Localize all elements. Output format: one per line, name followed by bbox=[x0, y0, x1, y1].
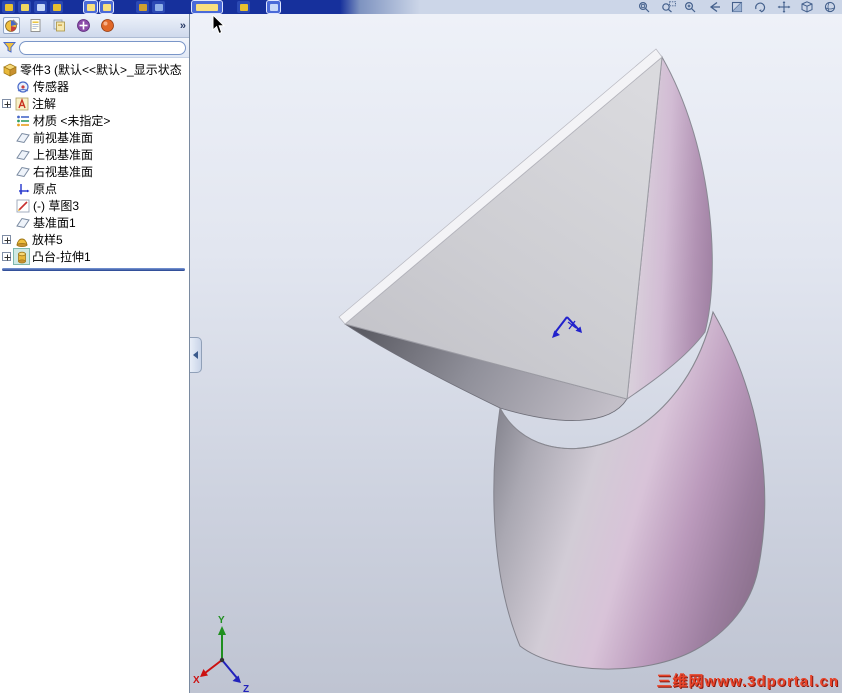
graphics-viewport[interactable]: Y X Z 三维网www.3dportal.cn bbox=[190, 14, 842, 693]
material-icon bbox=[15, 113, 30, 128]
triad-y-label: Y bbox=[218, 615, 225, 626]
triad-z-label: Z bbox=[243, 684, 249, 693]
expand-plus-icon[interactable] bbox=[2, 252, 11, 261]
tree-item-label: 前视基准面 bbox=[33, 131, 94, 145]
plane-icon bbox=[15, 215, 30, 230]
toolbar-icon[interactable] bbox=[2, 1, 15, 13]
tree-item-label: 材质 <未指定> bbox=[33, 114, 111, 128]
solidworks-window: » 零件3 (默认<<默认>_显示状态 传感器 注解 材质 <未指定> 前视基准… bbox=[0, 0, 842, 693]
tree-item-label: 注解 bbox=[32, 97, 57, 111]
mouse-cursor bbox=[212, 15, 226, 35]
toolbar-icon[interactable] bbox=[34, 1, 47, 13]
tree-item-plane1[interactable]: 基准面1 bbox=[0, 214, 189, 231]
toolbar-icon[interactable] bbox=[136, 1, 149, 13]
model-canvas[interactable]: Y X Z bbox=[190, 14, 842, 693]
tree-item-material[interactable]: 材质 <未指定> bbox=[0, 112, 189, 129]
watermark-text: 三维网www.3dportal.cn bbox=[656, 673, 839, 690]
displaymanager-tab-icon[interactable] bbox=[99, 17, 116, 34]
tree-item-loft5[interactable]: 放样5 bbox=[0, 231, 189, 248]
tree-filter-input[interactable] bbox=[19, 40, 186, 55]
pan-icon[interactable] bbox=[776, 1, 792, 13]
tree-item-label: 原点 bbox=[33, 182, 58, 196]
toolbar-icon[interactable] bbox=[18, 1, 31, 13]
tree-item-origin[interactable]: 原点 bbox=[0, 180, 189, 197]
panel-collapse-tab[interactable] bbox=[190, 337, 202, 373]
featuremanager-tab-icon[interactable] bbox=[3, 17, 20, 34]
feature-tree: 零件3 (默认<<默认>_显示状态 传感器 注解 材质 <未指定> 前视基准面 … bbox=[0, 58, 189, 271]
chevron-left-icon bbox=[192, 351, 198, 359]
standard-toolbar bbox=[2, 0, 281, 14]
toolbar-icon[interactable] bbox=[50, 1, 63, 13]
zoom-to-area-icon[interactable] bbox=[661, 1, 677, 13]
tree-item-label: 放样5 bbox=[32, 233, 63, 247]
expand-plus-icon[interactable] bbox=[2, 235, 11, 244]
toolbar-icon[interactable] bbox=[266, 0, 281, 14]
tree-item-label: 右视基准面 bbox=[33, 165, 94, 179]
toolbar-icon[interactable] bbox=[152, 1, 165, 13]
configurationmanager-tab-icon[interactable] bbox=[51, 17, 68, 34]
expand-plus-icon[interactable] bbox=[2, 99, 11, 108]
view-orientation-icon[interactable] bbox=[799, 1, 815, 13]
triad-x-label: X bbox=[193, 675, 200, 686]
zoom-in-out-icon[interactable] bbox=[684, 1, 700, 13]
plane-icon bbox=[15, 164, 30, 179]
sensors-icon bbox=[15, 79, 30, 94]
origin-icon bbox=[15, 181, 30, 196]
tree-item-label: 传感器 bbox=[33, 80, 70, 94]
tree-item-annotations[interactable]: 注解 bbox=[0, 95, 189, 112]
tree-item-top-plane[interactable]: 上视基准面 bbox=[0, 146, 189, 163]
tree-filter-row bbox=[0, 38, 189, 58]
feature-manager-panel: » 零件3 (默认<<默认>_显示状态 传感器 注解 材质 <未指定> 前视基准… bbox=[0, 14, 190, 693]
propertymanager-tab-icon[interactable] bbox=[27, 17, 44, 34]
tree-item-label: 零件3 (默认<<默认>_显示状态 bbox=[20, 63, 182, 77]
title-strip bbox=[0, 0, 842, 14]
plane-icon bbox=[15, 130, 30, 145]
filter-funnel-icon bbox=[3, 42, 16, 53]
rotate-view-icon[interactable] bbox=[753, 1, 769, 13]
tree-item-label: 凸台-拉伸1 bbox=[32, 250, 91, 264]
toolbar-overflow-chevron[interactable]: » bbox=[180, 20, 186, 32]
plane-icon bbox=[15, 147, 30, 162]
tree-item-boss-extrude1[interactable]: 凸台-拉伸1 bbox=[0, 248, 189, 265]
dimxpertmanager-tab-icon[interactable] bbox=[75, 17, 92, 34]
tree-item-right-plane[interactable]: 右视基准面 bbox=[0, 163, 189, 180]
rollback-bar[interactable] bbox=[2, 268, 185, 271]
toolbar-icon[interactable] bbox=[83, 0, 98, 14]
tree-item-sketch3[interactable]: (-) 草图3 bbox=[0, 197, 189, 214]
toolbar-icon[interactable] bbox=[237, 1, 250, 13]
tree-item-label: 上视基准面 bbox=[33, 148, 94, 162]
annotations-icon bbox=[14, 96, 29, 111]
tree-item-label: (-) 草图3 bbox=[33, 199, 79, 213]
tree-item-sensors[interactable]: 传感器 bbox=[0, 78, 189, 95]
section-view-icon[interactable] bbox=[730, 1, 746, 13]
loft-icon bbox=[14, 232, 29, 247]
panel-tab-bar: » bbox=[0, 14, 189, 38]
previous-view-icon[interactable] bbox=[707, 1, 723, 13]
zoom-to-fit-icon[interactable] bbox=[638, 1, 654, 13]
boss-extrude-icon bbox=[13, 248, 30, 265]
tree-item-label: 基准面1 bbox=[33, 216, 76, 230]
view-toolbar bbox=[638, 1, 838, 13]
tree-item-part[interactable]: 零件3 (默认<<默认>_显示状态 bbox=[0, 61, 189, 78]
tree-item-front-plane[interactable]: 前视基准面 bbox=[0, 129, 189, 146]
toolbar-icon[interactable] bbox=[99, 0, 114, 14]
toolbar-icon[interactable] bbox=[191, 0, 223, 14]
reference-triad: Y X Z bbox=[193, 615, 249, 693]
display-style-icon[interactable] bbox=[822, 1, 838, 13]
sketch-icon bbox=[15, 198, 30, 213]
part-icon bbox=[2, 62, 17, 77]
